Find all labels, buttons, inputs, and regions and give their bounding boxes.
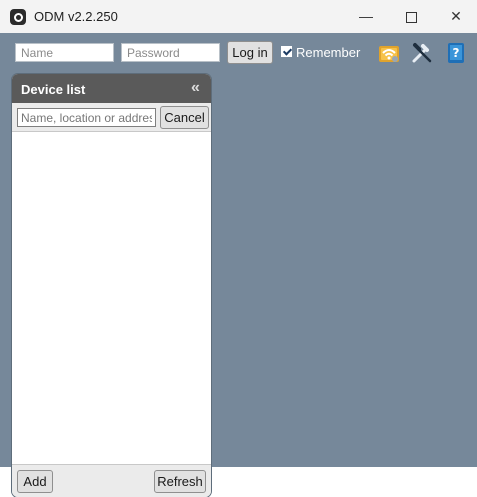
wifi-settings-icon[interactable] [377,41,401,65]
maximize-button[interactable] [388,0,434,33]
add-button[interactable]: Add [17,470,53,493]
device-panel-header: Device list « [12,74,211,103]
cancel-button[interactable]: Cancel [160,106,209,129]
login-button[interactable]: Log in [227,41,273,64]
device-panel-title: Device list [21,82,86,97]
password-input[interactable] [121,43,220,62]
remember-checkbox[interactable] [281,46,292,57]
remember-label: Remember [296,45,361,60]
device-search-row: Cancel [12,103,211,132]
app-logo-icon [10,9,26,25]
close-button[interactable]: ✕ [433,0,477,33]
help-book-icon[interactable]: ? [444,41,468,65]
minimize-button[interactable]: — [343,0,389,33]
tools-icon[interactable] [410,41,434,65]
device-search-input[interactable] [17,108,156,127]
refresh-button[interactable]: Refresh [154,470,206,493]
device-panel-footer: Add Refresh [12,464,211,497]
title-bar: ODM v2.2.250 — ✕ [0,0,477,33]
device-list[interactable] [12,132,211,464]
window-title: ODM v2.2.250 [34,9,118,24]
device-panel: Device list « Cancel Add Refresh [12,74,211,497]
collapse-icon[interactable]: « [191,79,200,97]
maximize-icon [405,11,417,23]
svg-text:?: ? [453,46,460,60]
name-input[interactable] [15,43,114,62]
main-area: Log in Remember ? Device list « Cancel A… [0,33,477,497]
